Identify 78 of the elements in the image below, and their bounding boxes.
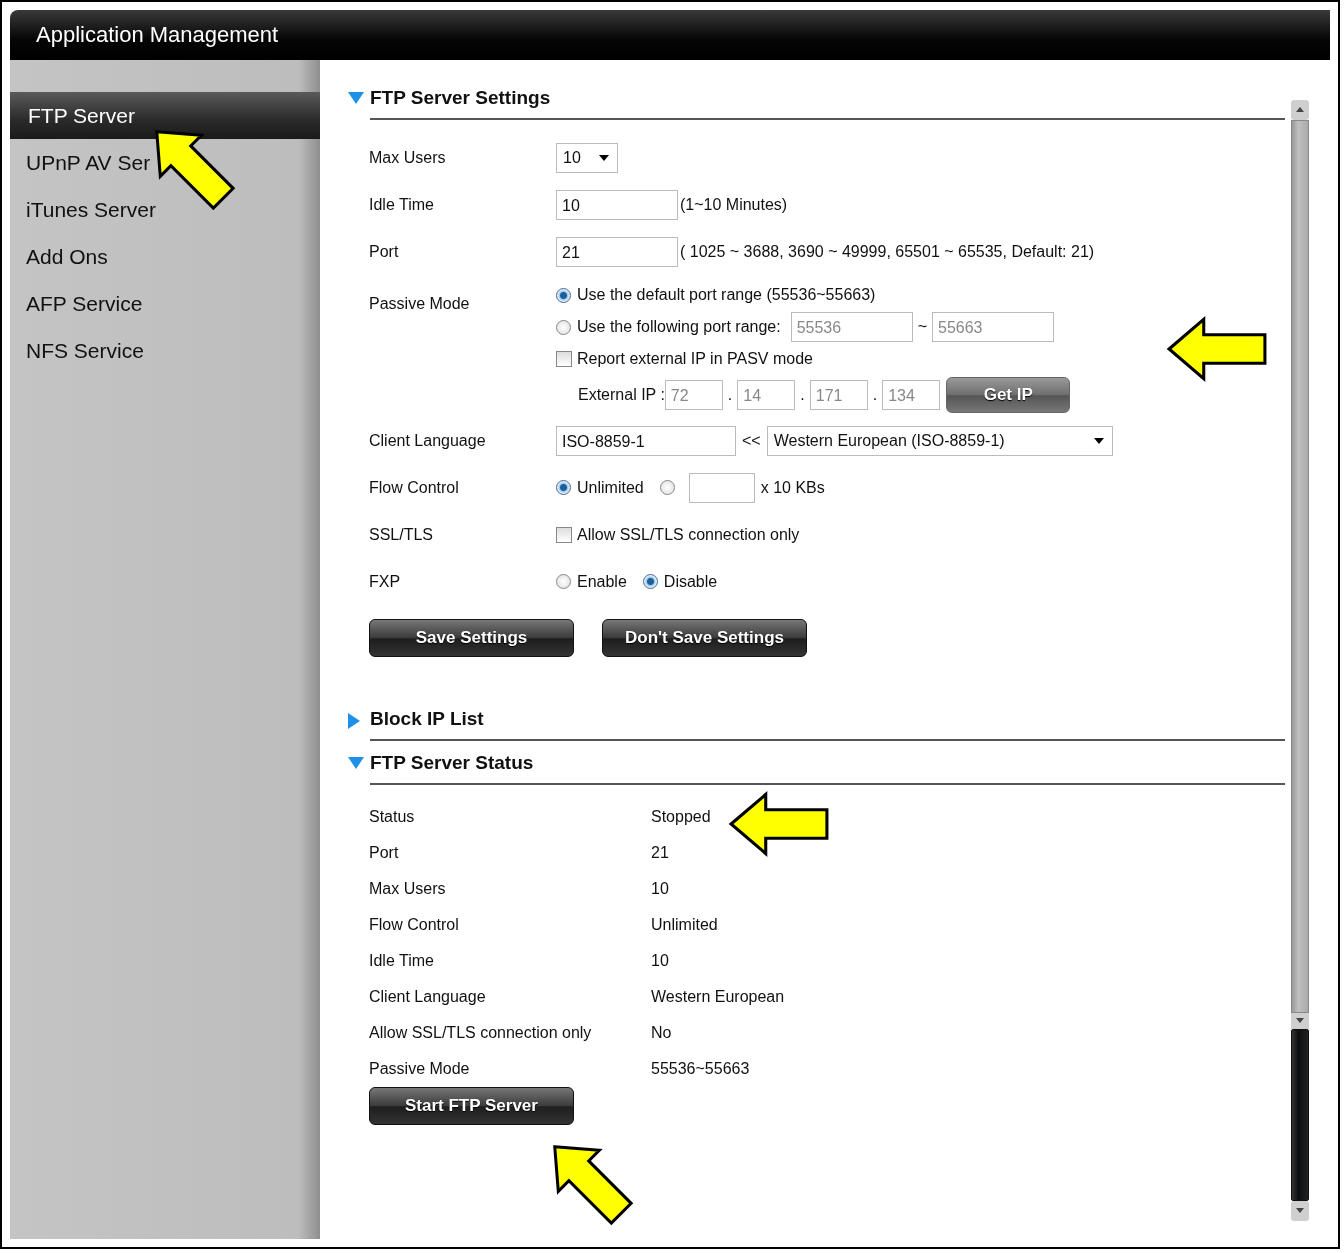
input-field[interactable]: 21 bbox=[556, 236, 678, 267]
expand-icon[interactable] bbox=[348, 713, 360, 729]
checkbox[interactable] bbox=[556, 351, 572, 367]
pointer-arrow-icon bbox=[727, 791, 831, 857]
input-field[interactable] bbox=[688, 472, 755, 503]
option-label: Allow SSL/TLS connection only bbox=[577, 525, 800, 544]
pointer-arrow-icon bbox=[1165, 316, 1269, 382]
field-label: Idle Time bbox=[369, 195, 435, 214]
dropdown[interactable]: 10 bbox=[556, 142, 618, 173]
field-label: Client Language bbox=[369, 431, 487, 450]
field-label: FXP bbox=[369, 572, 402, 591]
field-value: Unlimited bbox=[651, 916, 719, 934]
field-label: Flow Control bbox=[369, 478, 460, 497]
field-value: Western European bbox=[651, 988, 786, 1006]
collapse-icon[interactable] bbox=[348, 92, 364, 104]
field-value: Stopped bbox=[651, 808, 712, 826]
radio-button[interactable] bbox=[556, 287, 571, 303]
field-label: Passive Mode bbox=[369, 1060, 471, 1078]
button[interactable]: Don't Save Settings bbox=[602, 619, 807, 657]
scrollbar[interactable] bbox=[1290, 100, 1310, 1221]
radio-button[interactable] bbox=[642, 574, 658, 589]
caret-icon bbox=[599, 154, 609, 161]
separator-text: ~ bbox=[917, 318, 927, 336]
checkbox[interactable] bbox=[556, 526, 572, 543]
option-label: Use the following port range: bbox=[577, 318, 781, 336]
section-title[interactable]: FTP Server Status bbox=[370, 752, 534, 774]
field-label: Port bbox=[369, 242, 400, 261]
option-label: Report external IP in PASV mode bbox=[577, 350, 813, 368]
scroll-up-icon bbox=[1291, 100, 1309, 120]
arrow-text: << bbox=[742, 431, 761, 450]
field-label: Idle Time bbox=[369, 952, 435, 970]
window-title: Application Management bbox=[36, 22, 279, 48]
option-label: Disable bbox=[663, 572, 718, 591]
field-value: 10 bbox=[651, 880, 670, 898]
field-label: External IP : bbox=[578, 386, 665, 404]
scroll-down-icon bbox=[1291, 1013, 1309, 1029]
field-label: Allow SSL/TLS connection only bbox=[369, 1024, 593, 1042]
field-value: 10 bbox=[651, 952, 670, 970]
sidebar-item[interactable]: NFS Service bbox=[10, 327, 320, 374]
radio-button[interactable] bbox=[556, 574, 571, 589]
sidebar-item[interactable]: UPnP AV Ser bbox=[10, 139, 320, 186]
hint-text: ( 1025 ~ 3688, 3690 ~ 49999, 65501 ~ 65535, Default: 21) bbox=[680, 242, 1095, 261]
scroll-thumb[interactable] bbox=[1291, 1029, 1309, 1201]
field-label: Port bbox=[369, 844, 400, 862]
hint-text: (1~10 Minutes) bbox=[680, 195, 788, 214]
sidebar-item[interactable]: AFP Service bbox=[10, 280, 320, 327]
input-field[interactable]: 10 bbox=[556, 189, 678, 220]
collapse-icon[interactable] bbox=[348, 757, 364, 769]
dropdown[interactable]: Western European (ISO-8859-1) bbox=[766, 425, 1113, 456]
field-label: Flow Control bbox=[369, 916, 460, 934]
field-label: Max Users bbox=[369, 148, 447, 167]
section-title[interactable]: FTP Server Settings bbox=[370, 87, 551, 109]
unit-label: x 10 KBs bbox=[760, 478, 825, 497]
field-label: Status bbox=[369, 808, 416, 826]
field-label: Max Users bbox=[369, 880, 447, 898]
sidebar-item[interactable]: iTunes Server bbox=[10, 186, 320, 233]
field-value: No bbox=[651, 1024, 673, 1042]
button[interactable]: Save Settings bbox=[369, 619, 574, 657]
separator-text: . bbox=[800, 386, 805, 404]
option-label: Unlimited bbox=[577, 478, 644, 497]
radio-button[interactable] bbox=[556, 480, 571, 495]
sidebar-item[interactable]: FTP Server bbox=[10, 92, 320, 139]
section-title[interactable]: Block IP List bbox=[370, 708, 484, 730]
caret-icon bbox=[1093, 437, 1104, 444]
option-label: Enable bbox=[577, 572, 627, 591]
start-button[interactable]: Start FTP Server bbox=[369, 1087, 574, 1125]
radio-button[interactable] bbox=[659, 480, 675, 495]
field-label: Client Language bbox=[369, 988, 487, 1006]
separator-text: . bbox=[872, 386, 878, 404]
scroll-down-icon bbox=[1291, 1201, 1309, 1221]
separator-text: . bbox=[727, 386, 733, 404]
sidebar-item[interactable]: Add Ons bbox=[10, 233, 320, 280]
input-field[interactable]: ISO-8859-1 bbox=[556, 425, 736, 456]
field-label: Passive Mode bbox=[369, 295, 471, 313]
field-value: 55536~55663 bbox=[651, 1060, 751, 1078]
option-label: Use the default port range (55536~55663) bbox=[577, 286, 876, 304]
field-value: 21 bbox=[651, 844, 670, 862]
field-label: SSL/TLS bbox=[369, 525, 435, 544]
